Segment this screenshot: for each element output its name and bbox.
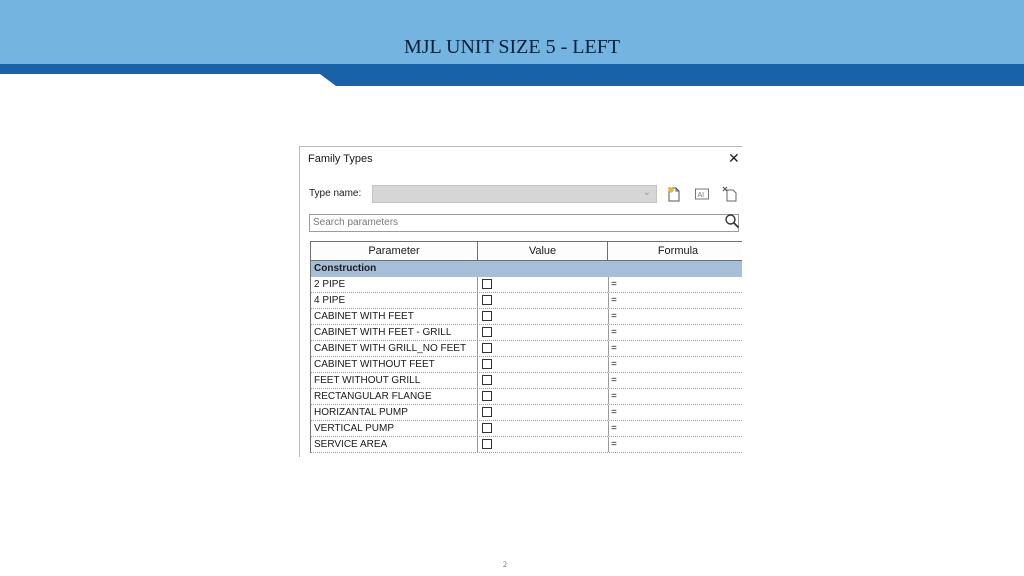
type-name-label: Type name: [309, 188, 362, 199]
value-cell [477, 357, 608, 372]
formula-text: = [611, 359, 617, 370]
formula-text: = [611, 311, 617, 322]
close-button[interactable]: ✕ [728, 150, 740, 167]
value-checkbox[interactable] [482, 343, 492, 353]
chevron-down-icon: ⌄ [642, 187, 651, 198]
header-stripe [0, 64, 1024, 86]
value-cell [477, 341, 608, 356]
formula-cell[interactable]: = [608, 293, 742, 308]
value-cell [477, 325, 608, 340]
formula-cell[interactable]: = [608, 325, 742, 340]
table-row: CABINET WITH FEET = [310, 309, 742, 325]
formula-cell[interactable]: = [608, 389, 742, 404]
value-cell [477, 421, 608, 436]
value-checkbox[interactable] [482, 375, 492, 385]
grid-header: Parameter Value Formula [310, 241, 742, 261]
value-checkbox[interactable] [482, 359, 492, 369]
formula-text: = [611, 375, 617, 386]
value-checkbox[interactable] [482, 423, 492, 433]
value-checkbox[interactable] [482, 407, 492, 417]
formula-text: = [611, 423, 617, 434]
search-input[interactable]: Search parameters [309, 214, 739, 232]
formula-text: = [611, 391, 617, 402]
type-name-select[interactable]: ⌄ [372, 185, 657, 203]
formula-cell[interactable]: = [608, 309, 742, 324]
parameter-name: SERVICE AREA [314, 439, 388, 450]
formula-text: = [611, 407, 617, 418]
formula-text: = [611, 327, 617, 338]
table-row: 4 PIPE = [310, 293, 742, 309]
new-type-icon [668, 187, 680, 202]
parameter-name: CABINET WITHOUT FEET [314, 359, 435, 370]
group-row-construction[interactable]: Construction [310, 261, 742, 277]
value-cell [477, 389, 608, 404]
formula-cell[interactable]: = [608, 357, 742, 372]
svg-text:AI: AI [698, 192, 705, 199]
formula-text: = [611, 279, 617, 290]
value-checkbox[interactable] [482, 295, 492, 305]
formula-text: = [611, 439, 617, 450]
delete-type-button[interactable] [722, 186, 738, 202]
parameter-name: CABINET WITH FEET [314, 311, 414, 322]
value-cell [477, 437, 608, 452]
value-cell [477, 373, 608, 388]
rename-type-button[interactable]: AI [694, 186, 710, 202]
dialog-title: Family Types [308, 153, 373, 165]
parameter-name: 4 PIPE [314, 295, 346, 306]
table-row: CABINET WITHOUT FEET = [310, 357, 742, 373]
parameters-grid: Parameter Value Formula Construction 2 P… [310, 241, 742, 453]
formula-text: = [611, 295, 617, 306]
new-type-button[interactable] [666, 186, 682, 202]
formula-cell[interactable]: = [608, 405, 742, 420]
formula-cell[interactable]: = [608, 373, 742, 388]
value-cell [477, 293, 608, 308]
delete-type-icon [722, 186, 737, 202]
value-checkbox[interactable] [482, 279, 492, 289]
formula-cell[interactable]: = [608, 341, 742, 356]
column-header-parameter[interactable]: Parameter [311, 242, 478, 260]
parameter-rows: 2 PIPE = 4 PIPE = CABINET WITH FEET = CABINET … [310, 277, 742, 453]
search-icon[interactable] [724, 213, 740, 229]
search-placeholder: Search parameters [313, 217, 399, 228]
value-checkbox[interactable] [482, 439, 492, 449]
formula-cell[interactable]: = [608, 277, 742, 292]
column-header-formula[interactable]: Formula [608, 242, 742, 260]
formula-cell[interactable]: = [608, 437, 742, 452]
value-cell [477, 277, 608, 292]
parameter-name: RECTANGULAR FLANGE [314, 391, 432, 402]
parameter-name: VERTICAL PUMP [314, 423, 395, 434]
table-row: VERTICAL PUMP = [310, 421, 742, 437]
column-header-value[interactable]: Value [478, 242, 608, 260]
value-checkbox[interactable] [482, 311, 492, 321]
table-row: CABINET WITH FEET - GRILL = [310, 325, 742, 341]
page-number: 2 [503, 560, 507, 569]
table-row: FEET WITHOUT GRILL = [310, 373, 742, 389]
table-row: RECTANGULAR FLANGE = [310, 389, 742, 405]
close-icon: ✕ [728, 150, 740, 166]
value-cell [477, 405, 608, 420]
table-row: CABINET WITH GRILL_NO FEET = [310, 341, 742, 357]
parameter-name: HORIZANTAL PUMP [314, 407, 408, 418]
parameter-name: 2 PIPE [314, 279, 346, 290]
family-types-dialog: Family Types ✕ Type name: ⌄ AI Search pa… [299, 146, 742, 457]
parameter-name: CABINET WITH GRILL_NO FEET [314, 343, 467, 354]
value-checkbox[interactable] [482, 327, 492, 337]
formula-text: = [611, 343, 617, 354]
slide-title: MJL UNIT SIZE 5 - LEFT [403, 36, 621, 58]
formula-cell[interactable]: = [608, 421, 742, 436]
table-row: SERVICE AREA = [310, 437, 742, 453]
parameter-name: FEET WITHOUT GRILL [314, 375, 421, 386]
table-row: 2 PIPE = [310, 277, 742, 293]
value-checkbox[interactable] [482, 391, 492, 401]
value-cell [477, 309, 608, 324]
table-row: HORIZANTAL PUMP = [310, 405, 742, 421]
rename-type-icon: AI [695, 188, 709, 200]
parameter-name: CABINET WITH FEET - GRILL [314, 327, 452, 338]
